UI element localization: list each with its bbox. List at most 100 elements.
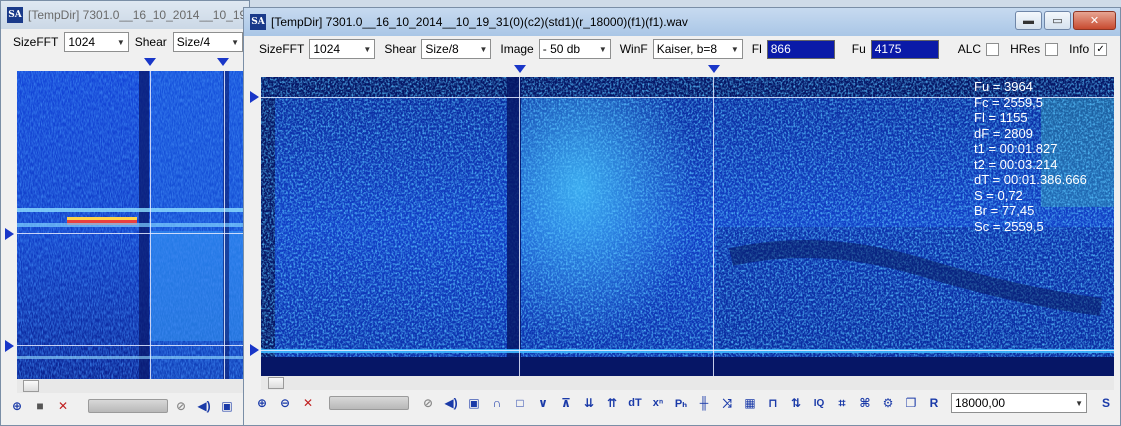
back-sizefft-select[interactable]: 1024 ▼ (64, 32, 129, 52)
sizefft-select[interactable]: 1024 ▼ (309, 39, 376, 59)
front-title-bar[interactable]: SA [TempDir] 7301.0__16_10_2014__10_19_3… (244, 8, 1120, 36)
close-button[interactable]: ✕ (1073, 11, 1116, 30)
back-shear-label: Shear (134, 35, 167, 49)
scroll-thumb[interactable] (268, 377, 284, 389)
hres-checkbox[interactable] (1045, 42, 1059, 56)
info-fc: Fc = 2559,5 (974, 94, 1044, 110)
image-select[interactable]: - 50 db ▼ (538, 39, 611, 59)
reset-zoom-icon[interactable]: ✕ (53, 396, 73, 416)
minimize-button[interactable]: ▬ (1015, 11, 1042, 30)
winf-select[interactable]: Kaiser, b=8 ▼ (652, 39, 743, 59)
expand-icon[interactable]: ⇈ (602, 393, 622, 413)
fu-input[interactable]: 4175 (870, 39, 939, 59)
back-sizefft-label: SizeFFT (13, 35, 59, 49)
cross-arrows-icon[interactable]: ⊼ (556, 393, 576, 413)
crossing-icon[interactable]: ⤨ (717, 393, 737, 413)
back-horizontal-scrollbar[interactable] (17, 379, 251, 393)
minimize-icon: ▬ (1023, 14, 1034, 27)
back-cursor-fl[interactable] (17, 345, 251, 346)
time-ruler (244, 62, 1120, 76)
cursor-fl[interactable] (261, 350, 1114, 351)
back-toolbar: SizeFFT 1024 ▼ Shear Size/4 ▼ (1, 29, 249, 55)
zoom-out-icon[interactable]: ⊖ (275, 393, 295, 413)
marker-fu-icon[interactable] (250, 91, 259, 103)
back-window[interactable]: SA [TempDir] 7301.0__16_10_2014__10_19_3… (0, 0, 251, 426)
spectrogram[interactable]: Fu = 3964 Fc = 2559,5 Fl = 1155 dF = 280… (261, 77, 1114, 376)
chevron-down-icon: ▼ (116, 37, 125, 47)
volume-slider[interactable] (329, 396, 409, 410)
comb-icon[interactable]: ╫ (694, 393, 714, 413)
square-fill-icon[interactable]: ■ (30, 396, 50, 416)
arc-icon[interactable]: ∩ (487, 393, 507, 413)
s-icon[interactable]: S (1096, 393, 1116, 413)
maximize-button[interactable]: ▭ (1044, 11, 1071, 30)
chevron-down-icon: ▼ (1075, 398, 1083, 408)
back-cursor-t1[interactable] (150, 71, 151, 379)
rect-icon[interactable]: □ (510, 393, 530, 413)
back-bottom-toolbar: ⊕ ■ ✕ ⊘ ◀) ▣ (7, 394, 237, 418)
info-label: Info (1069, 42, 1090, 56)
back-cursor-fu[interactable] (17, 233, 251, 234)
marker-fl-icon[interactable] (250, 344, 259, 356)
zoom-in-icon[interactable]: ⊕ (7, 396, 27, 416)
fu-label: Fu (851, 42, 866, 56)
front-window[interactable]: SA [TempDir] 7301.0__16_10_2014__10_19_3… (243, 7, 1121, 426)
cursor-t1[interactable] (519, 77, 520, 376)
info-sc: Sc = 2559,5 (974, 218, 1044, 234)
stop-icon[interactable]: ⊘ (171, 396, 191, 416)
back-window-title: [TempDir] 7301.0__16_10_2014__10_19_31 (28, 8, 249, 22)
xn-icon[interactable]: xⁿ (648, 393, 668, 413)
r-icon[interactable]: R (924, 393, 944, 413)
back-cursor-t2[interactable] (224, 71, 225, 379)
back-marker-t2-icon[interactable] (217, 58, 229, 66)
marker-t2-icon[interactable] (708, 65, 720, 73)
back-scroll-thumb[interactable] (23, 380, 39, 392)
back-volume-slider[interactable] (88, 399, 168, 413)
copy-icon[interactable]: ❐ (901, 393, 921, 413)
bottom-toolbar: ⊕ ⊖ ✕ ⊘ ◀) ▣ ∩ □ ∨ ⊼ ⇊ ⇈ dT xⁿ Pₕ ╫ ⤨ ▦ … (252, 391, 1116, 415)
back-marker-t1-icon[interactable] (144, 58, 156, 66)
settings-icon[interactable]: ⚙ (878, 393, 898, 413)
alc-checkbox[interactable] (986, 42, 1000, 56)
grid-icon[interactable]: ▦ (740, 393, 760, 413)
shear-select[interactable]: Size/8 ▼ (421, 39, 492, 59)
info-fu: Fu = 3964 (974, 79, 1033, 94)
maximize-icon: ▭ (1052, 15, 1063, 27)
back-marker-fu-icon[interactable] (5, 228, 14, 240)
back-title-bar[interactable]: SA [TempDir] 7301.0__16_10_2014__10_19_3… (1, 1, 249, 29)
ph-icon[interactable]: Pₕ (671, 393, 691, 413)
speaker-icon[interactable]: ◀) (194, 396, 214, 416)
back-marker-fl-icon[interactable] (5, 340, 14, 352)
pulse-icon[interactable]: ⊓ (763, 393, 783, 413)
horizontal-scrollbar[interactable] (261, 376, 1114, 390)
back-shear-select[interactable]: Size/4 ▼ (172, 32, 243, 52)
pattern-b-icon[interactable]: ⌘ (855, 393, 875, 413)
window-controls: ▬ ▭ ✕ (1015, 11, 1116, 30)
chevron-down-icon: ▼ (479, 44, 488, 54)
winf-label: WinF (619, 42, 648, 56)
alc-label: ALC (957, 42, 982, 56)
reset-zoom-icon[interactable]: ✕ (298, 393, 318, 413)
square-icon[interactable]: ▣ (217, 396, 237, 416)
chevron-down-icon: ▼ (231, 37, 239, 47)
cursor-t2[interactable] (713, 77, 714, 376)
iq-icon[interactable]: IQ (809, 393, 829, 413)
marker-t1-icon[interactable] (514, 65, 526, 73)
compress-icon[interactable]: ⇊ (579, 393, 599, 413)
info-checkbox[interactable]: ✓ (1094, 42, 1108, 56)
sort-icon[interactable]: ⇅ (786, 393, 806, 413)
speaker-icon[interactable]: ◀) (441, 393, 461, 413)
back-spectrogram[interactable] (17, 71, 251, 379)
info-df: dF = 2809 (974, 125, 1033, 141)
dt-icon[interactable]: dT (625, 393, 645, 413)
pattern-a-icon[interactable]: ⌗ (832, 393, 852, 413)
chevron-down-icon: ▼ (363, 44, 372, 54)
chevron-down-icon: ▼ (730, 44, 739, 54)
valley-icon[interactable]: ∨ (533, 393, 553, 413)
sample-rate-select[interactable]: 18000,00 ▼ (951, 393, 1087, 413)
square-icon[interactable]: ▣ (464, 393, 484, 413)
zoom-in-icon[interactable]: ⊕ (252, 393, 272, 413)
stop-icon[interactable]: ⊘ (418, 393, 438, 413)
info-t2: t2 = 00:03.214 (974, 156, 1058, 172)
fl-input[interactable]: 866 (766, 39, 835, 59)
